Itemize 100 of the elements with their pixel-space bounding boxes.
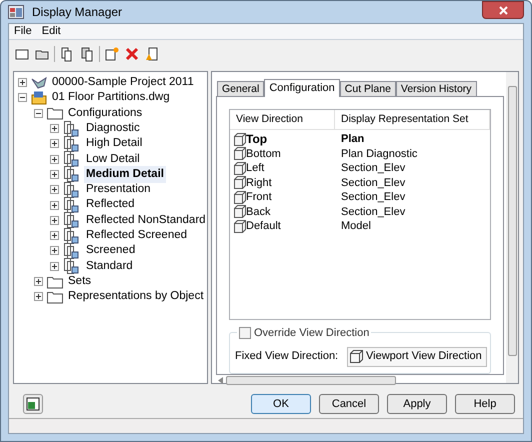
tree-item[interactable]: Diagnostic: [84, 120, 142, 138]
configuration-icon: [63, 136, 81, 152]
tree-item[interactable]: Configurations: [66, 104, 144, 122]
plus-icon: [51, 202, 58, 209]
toolbar-button[interactable]: [23, 394, 43, 414]
tab[interactable]: Cut Plane: [340, 81, 396, 96]
table-cell-text: Default: [246, 219, 281, 234]
checkbox-label: Override View Direction: [254, 326, 370, 341]
plus-icon: [35, 278, 42, 285]
expander[interactable]: [50, 246, 59, 256]
cube-icon: [234, 220, 246, 233]
cube-icon: [234, 132, 246, 146]
tree-item[interactable]: Reflected: [84, 196, 137, 214]
expander[interactable]: [50, 139, 59, 148]
cube-icon: [234, 190, 246, 204]
tree-item[interactable]: Reflected Screened: [84, 227, 190, 244]
expander[interactable]: [50, 124, 59, 134]
table-cell-text: Section_Elev: [340, 204, 406, 220]
table-cell-text: Top: [246, 131, 268, 148]
menu-item[interactable]: Edit: [42, 23, 61, 40]
table-cell-text: Section_Elev: [340, 176, 406, 190]
plus-icon: [51, 262, 58, 270]
expander[interactable]: [34, 292, 43, 302]
project-icon: [31, 76, 47, 90]
cube-icon: [350, 350, 363, 363]
tab[interactable]: General: [217, 81, 264, 96]
tree-item[interactable]: Medium Detail: [84, 166, 166, 184]
cube-icon: [234, 176, 246, 190]
configuration-icon: [63, 166, 81, 182]
column-header[interactable]: Display Representation Set: [335, 110, 490, 129]
configuration-icon: [63, 197, 81, 214]
tree-item[interactable]: High Detail: [84, 135, 144, 152]
expander[interactable]: [50, 154, 59, 164]
dialog-button[interactable]: Help: [455, 394, 515, 414]
expander[interactable]: [50, 185, 59, 194]
close-button[interactable]: [482, 1, 524, 19]
folder-icon: [47, 274, 63, 288]
tree-item[interactable]: Representations by Object: [66, 288, 206, 306]
dialog-button[interactable]: Apply: [387, 394, 447, 414]
plus-icon: [51, 125, 58, 132]
expander[interactable]: [50, 170, 59, 179]
table-cell-text: Plan Diagnostic: [340, 146, 418, 162]
scroll-left-icon[interactable]: [218, 377, 224, 384]
tree-item[interactable]: 00000-Sample Project 2011: [50, 74, 196, 92]
view-direction-field[interactable]: Viewport View Direction: [347, 346, 487, 366]
expander[interactable]: [18, 78, 27, 88]
configuration-icon: [63, 212, 81, 228]
field-label: Fixed View Direction:: [235, 349, 340, 364]
tree-item[interactable]: Sets: [66, 272, 94, 290]
menu-item[interactable]: File: [14, 23, 32, 40]
expander[interactable]: [50, 262, 59, 271]
plus-icon: [51, 247, 58, 254]
expander[interactable]: [50, 200, 59, 210]
table-cell-text: Bottom: [246, 146, 281, 162]
configuration-icon: [63, 258, 81, 274]
purge-icon[interactable]: [144, 46, 160, 62]
expander[interactable]: [50, 231, 59, 240]
table-cell-text: Left: [246, 161, 264, 176]
folder-icon: [47, 290, 63, 304]
close-icon: [498, 6, 508, 14]
tab[interactable]: Configuration: [264, 79, 340, 97]
expander[interactable]: [34, 277, 43, 286]
plus-icon: [51, 216, 58, 224]
checkbox[interactable]: [239, 327, 251, 340]
plus-icon: [35, 293, 42, 300]
paste-icon[interactable]: [79, 46, 95, 62]
configuration-icon: [63, 120, 81, 137]
configuration-icon: [63, 182, 81, 198]
window-title: Display Manager: [32, 4, 122, 21]
table-cell-text: Plan: [340, 132, 364, 147]
table-cell-text: Back: [246, 204, 270, 220]
configuration-icon: [63, 228, 81, 244]
expander[interactable]: [18, 93, 27, 102]
tree-item[interactable]: Low Detail: [84, 150, 142, 168]
tree-item[interactable]: Reflected NonStandard: [84, 212, 208, 229]
plus-icon: [51, 232, 58, 240]
delete-icon[interactable]: [124, 46, 140, 62]
plus-icon: [51, 170, 58, 178]
table-cell-text: Right: [246, 176, 272, 190]
cube-icon: [234, 147, 246, 160]
folder-icon: [47, 106, 63, 120]
cube-icon: [234, 205, 246, 218]
expander[interactable]: [34, 108, 43, 118]
tree-item[interactable]: Standard: [84, 258, 135, 275]
table-cell-text: Section_Elev: [340, 161, 406, 176]
table-cell-text: Section_Elev: [340, 190, 406, 205]
plus-icon: [51, 186, 58, 194]
tree-item[interactable]: Presentation: [84, 181, 153, 198]
dialog-button[interactable]: OK: [251, 394, 311, 414]
expander[interactable]: [50, 216, 59, 225]
tree-item[interactable]: Screened: [84, 242, 138, 260]
table-cell-text: Model: [340, 219, 371, 234]
app-icon: [8, 5, 24, 19]
tab[interactable]: Version History: [396, 81, 477, 96]
tree-item[interactable]: 01 Floor Partitions.dwg: [50, 89, 172, 107]
column-header[interactable]: View Direction: [230, 110, 335, 129]
dialog-button[interactable]: Cancel: [319, 394, 379, 414]
cube-icon: [234, 162, 246, 175]
plus-icon: [51, 140, 58, 148]
new-configuration-icon[interactable]: [104, 46, 120, 62]
